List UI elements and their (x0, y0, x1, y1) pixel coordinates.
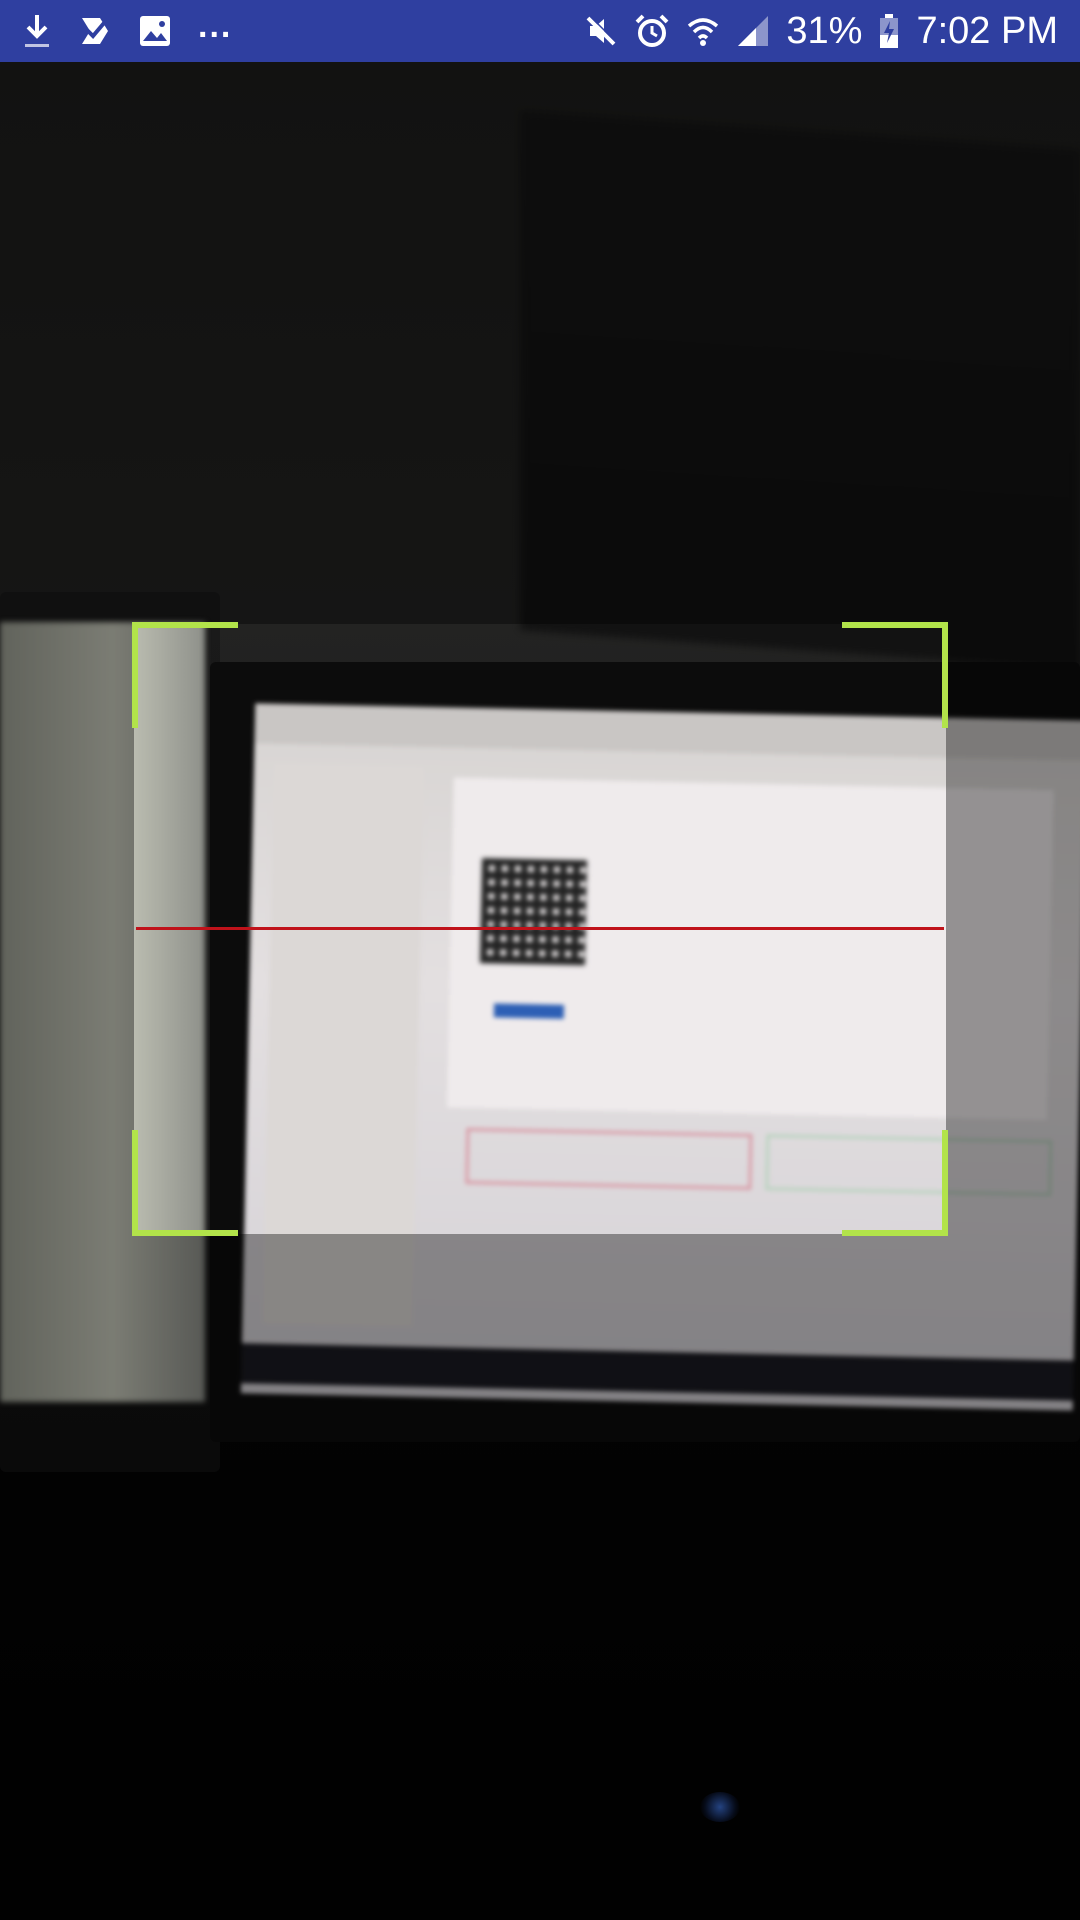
viewfinder-corner-bottom-right (842, 1130, 948, 1236)
battery-charging-icon (878, 13, 900, 49)
viewfinder-mask-left (0, 624, 134, 1234)
battery-percent: 31% (786, 10, 863, 52)
viewfinder-mask-bottom (0, 1234, 1080, 1920)
task-done-icon (78, 14, 112, 48)
status-bar: ... 31% 7:02 PM (0, 0, 1080, 62)
alarm-icon (634, 13, 670, 49)
mute-icon (584, 14, 618, 48)
signal-icon (736, 14, 770, 48)
download-icon (22, 11, 52, 51)
viewfinder-mask-top (0, 62, 1080, 624)
notification-icons: ... (22, 7, 232, 51)
viewfinder-corner-top-left (132, 622, 238, 728)
clock: 7:02 PM (916, 10, 1058, 52)
viewfinder-corner-bottom-left (132, 1130, 238, 1236)
viewfinder-mask-right (946, 624, 1080, 1234)
barcode-scanner-screen: ... 31% 7:02 PM (0, 0, 1080, 1920)
viewfinder-corner-top-right (842, 622, 948, 728)
system-icons: 31% 7:02 PM (584, 12, 1058, 50)
wifi-icon (686, 14, 720, 48)
scanner-laser-line (136, 927, 944, 930)
scanner-viewfinder[interactable] (132, 622, 948, 1236)
more-notifications-indicator: ... (198, 6, 233, 45)
image-icon (138, 14, 172, 48)
